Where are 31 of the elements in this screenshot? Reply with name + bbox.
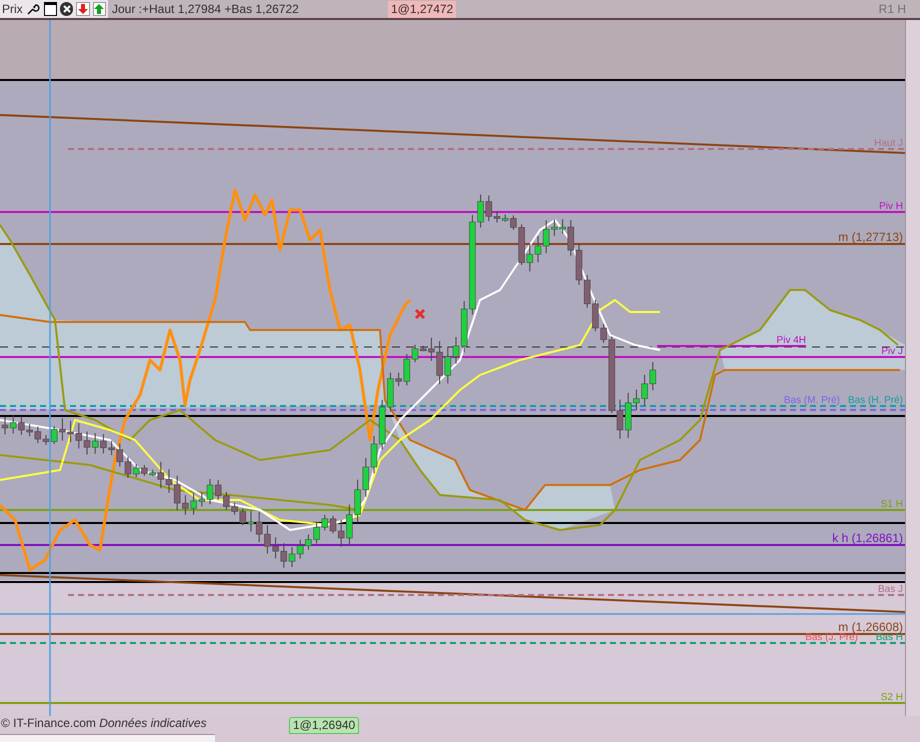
last-price-badge: 1@1,27472 bbox=[388, 0, 456, 18]
level-label: Piv J bbox=[881, 346, 903, 357]
chart-label: Prix bbox=[2, 1, 23, 18]
level-label: Bas (J. Pré) bbox=[805, 632, 858, 643]
copyright-text: © IT-Finance.com Données indicatives bbox=[1, 715, 208, 732]
level-label: m (1,26608) bbox=[838, 620, 903, 634]
cross-marker-icon bbox=[414, 308, 426, 320]
down-arrow-button[interactable] bbox=[76, 2, 90, 16]
level-label: Bas H bbox=[876, 632, 903, 643]
down-arrow-icon bbox=[78, 4, 88, 14]
level-label: S2 H bbox=[880, 692, 903, 703]
level-label: Bas (H. Pré) bbox=[848, 395, 903, 406]
level-label: Piv 4H bbox=[776, 335, 806, 346]
level-label: k h (1,26861) bbox=[832, 531, 903, 545]
up-arrow-button[interactable] bbox=[92, 2, 106, 16]
level-label: Haut J bbox=[874, 138, 903, 149]
up-arrow-icon bbox=[94, 4, 104, 14]
level-label: m (1,27713) bbox=[838, 230, 903, 244]
level-label: Bas J bbox=[878, 584, 903, 595]
level-label: S1 H bbox=[880, 499, 903, 510]
wrench-icon bbox=[26, 2, 40, 16]
window-button[interactable] bbox=[44, 2, 58, 16]
day-range-text: Jour :+Haut 1,27984 +Bas 1,26722 bbox=[112, 1, 300, 18]
close-button[interactable] bbox=[60, 2, 74, 16]
close-icon bbox=[62, 5, 71, 13]
level-label: Bas (M. Pré) bbox=[784, 395, 840, 406]
settings-button[interactable] bbox=[26, 1, 41, 17]
price-badge: 1@1,26940 bbox=[289, 717, 360, 734]
level-label: R1 H bbox=[878, 1, 906, 18]
candlestick bbox=[650, 362, 656, 391]
level-label: Piv H bbox=[879, 201, 903, 212]
